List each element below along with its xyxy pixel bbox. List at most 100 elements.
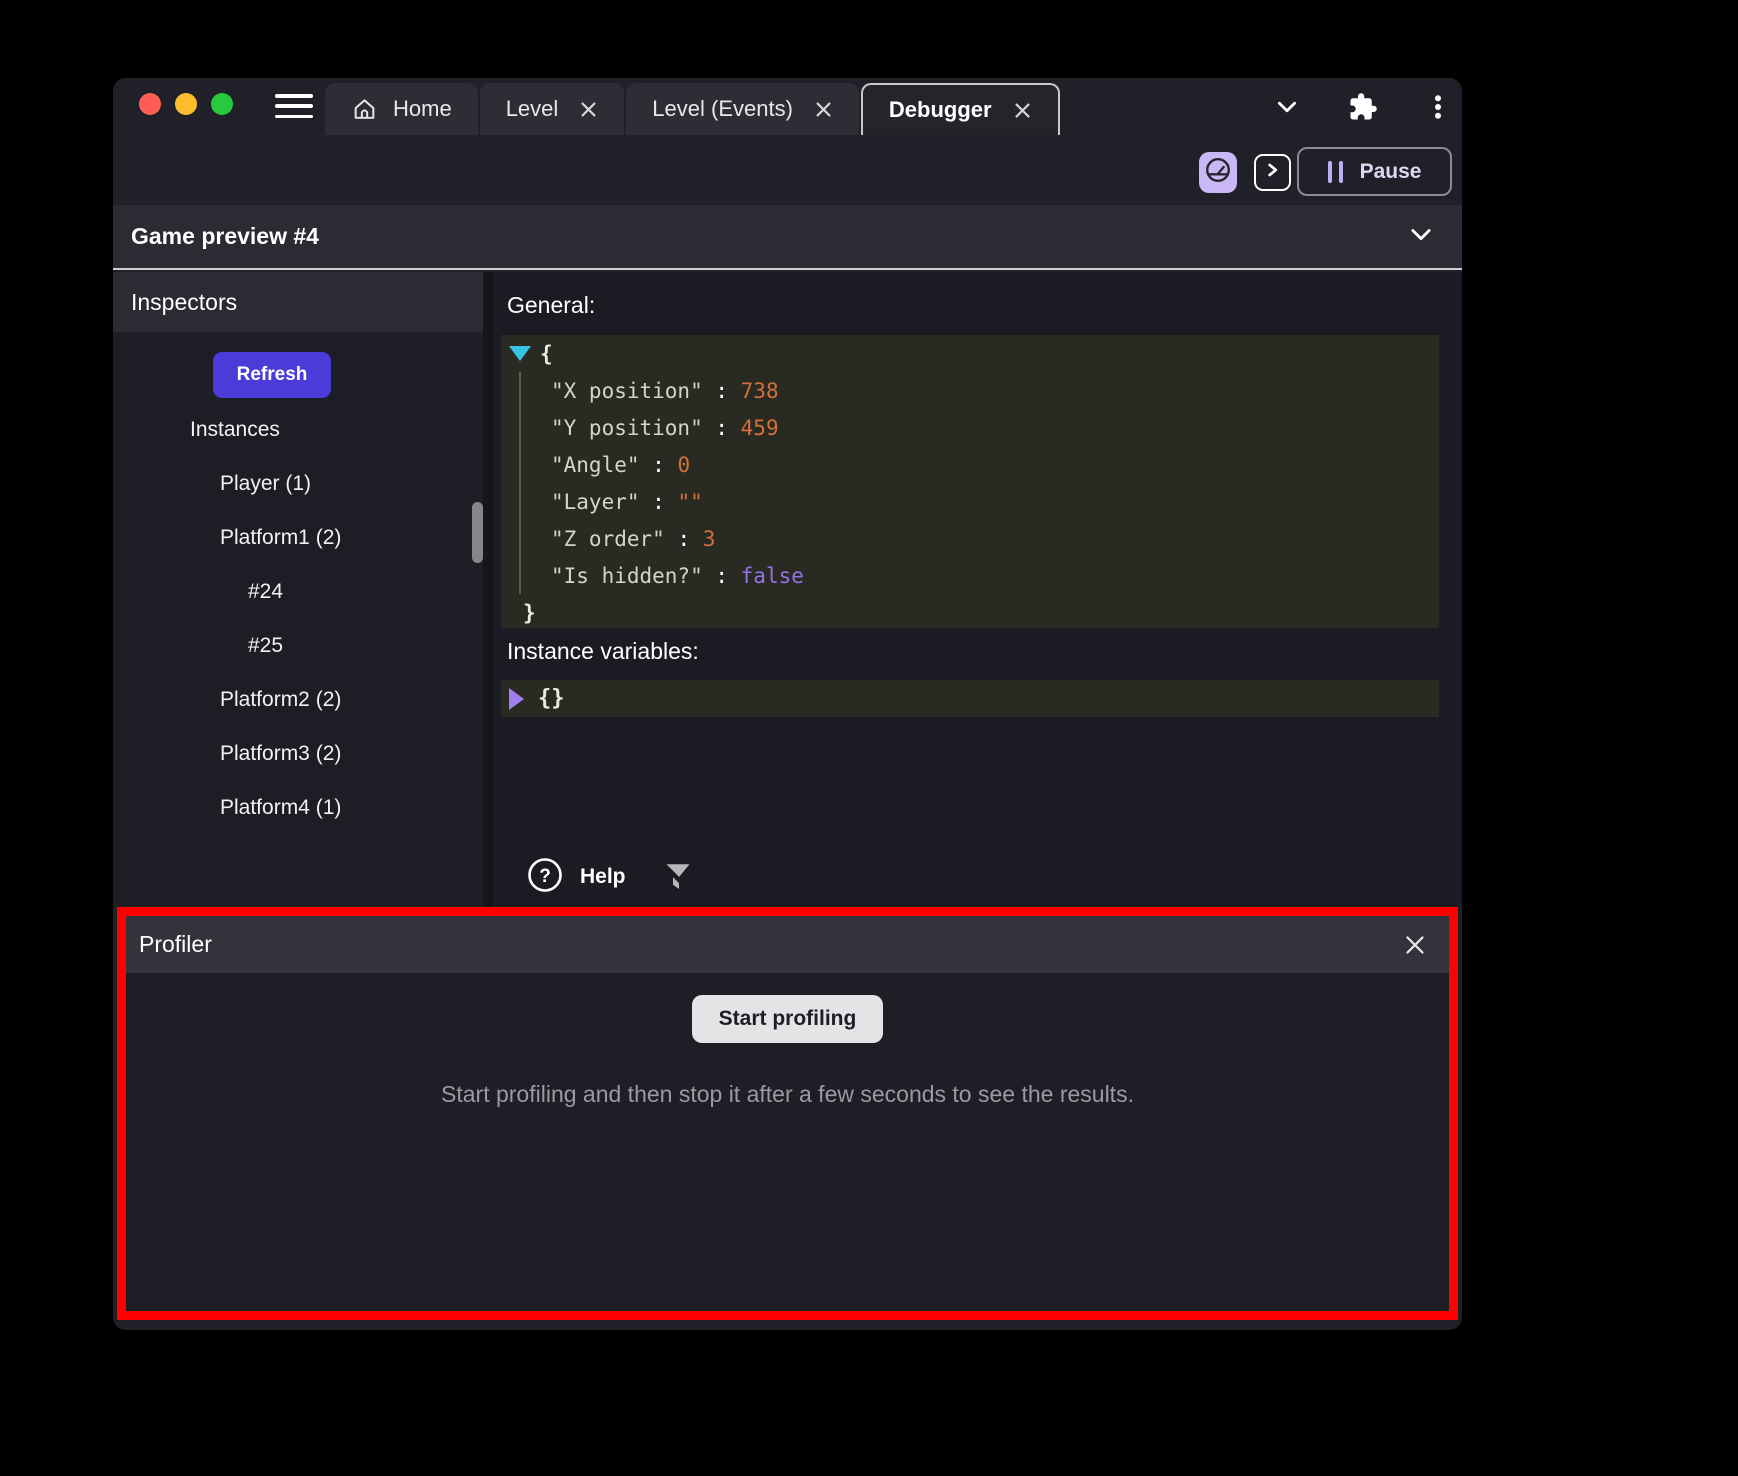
general-json-viewer: { "X position" : 738 "Y position" : 459 "A…: [501, 335, 1439, 628]
json-property-value: 738: [741, 379, 779, 403]
close-window-button[interactable]: [139, 93, 161, 115]
json-property-separator: :: [640, 490, 678, 514]
close-icon[interactable]: [1013, 101, 1032, 120]
debugger-content: Inspectors Refresh Instances Player (1) Pl…: [113, 272, 1462, 907]
tab-bar: Home Level Level (Events) Debugger: [113, 78, 1462, 135]
app-window: Home Level Level (Events) Debugger: [113, 78, 1462, 1330]
pause-button-label: Pause: [1360, 160, 1422, 184]
question-circle-icon: ?: [526, 856, 564, 897]
tree-item-platform4-1[interactable]: Platform4 (1): [113, 781, 483, 835]
tab-home[interactable]: Home: [325, 83, 478, 135]
json-property-key: "Is hidden?": [551, 564, 703, 588]
profiler-header: Profiler: [126, 916, 1449, 973]
tree-item-label: #25: [248, 634, 283, 658]
tree-item-platform2-2[interactable]: Platform2 (2): [113, 673, 483, 727]
tab-level-events[interactable]: Level (Events): [626, 83, 859, 135]
chevron-down-icon[interactable]: [1406, 220, 1436, 253]
help-button-label: Help: [580, 865, 626, 889]
filter-off-icon[interactable]: [658, 859, 694, 895]
tree-item-25[interactable]: #25: [113, 619, 483, 673]
profiler-toggle-button[interactable]: [1199, 152, 1237, 193]
debugger-toolbar: Pause: [113, 135, 1462, 205]
json-property-row: "X position" : 738: [551, 372, 1439, 409]
tree-item-instances[interactable]: Instances: [113, 403, 483, 457]
json-property-separator: :: [703, 379, 741, 403]
zoom-window-button[interactable]: [211, 93, 233, 115]
json-property-key: "X position": [551, 379, 703, 403]
json-property-key: "Angle": [551, 453, 640, 477]
instance-variables-label: Instance variables:: [507, 638, 699, 665]
profiler-title: Profiler: [139, 931, 212, 958]
close-icon[interactable]: [579, 100, 598, 119]
json-property-row: "Angle" : 0: [551, 446, 1439, 483]
start-profiling-button[interactable]: Start profiling: [692, 995, 884, 1043]
json-property-key: "Z order": [551, 527, 665, 551]
tree-item-platform3-2[interactable]: Platform3 (2): [113, 727, 483, 781]
instance-variables-value: {}: [538, 686, 565, 711]
extensions-puzzle-icon[interactable]: [1348, 92, 1378, 127]
screenshot-stage: Home Level Level (Events) Debugger: [0, 0, 1738, 1476]
tab-debugger[interactable]: Debugger: [861, 83, 1060, 135]
tree-item-label: Player (1): [220, 472, 311, 496]
pause-button[interactable]: Pause: [1297, 147, 1452, 196]
close-icon[interactable]: [1403, 933, 1427, 957]
profiler-body: Start profiling Start profiling and then…: [126, 995, 1449, 1108]
tab-level[interactable]: Level: [480, 83, 625, 135]
json-property-value: 3: [703, 527, 716, 551]
json-property-row: "Layer" : "": [551, 483, 1439, 520]
inspectors-sidebar: Inspectors Refresh Instances Player (1) Pl…: [113, 272, 483, 907]
menu-hamburger-icon[interactable]: [275, 94, 313, 118]
json-property-key: "Y position": [551, 416, 703, 440]
chevron-down-icon[interactable]: [1273, 94, 1301, 125]
inspectors-title: Inspectors: [131, 289, 237, 316]
refresh-button[interactable]: Refresh: [213, 352, 331, 398]
json-property-separator: :: [665, 527, 703, 551]
tree-item-label: Platform3 (2): [220, 742, 341, 766]
tab-label: Home: [393, 96, 452, 122]
svg-text:?: ?: [539, 866, 551, 887]
help-row: ? Help: [526, 856, 694, 897]
home-icon: [351, 96, 378, 123]
json-property-value: 459: [741, 416, 779, 440]
kebab-menu-icon[interactable]: [1423, 92, 1453, 127]
game-preview-header[interactable]: Game preview #4: [113, 205, 1462, 270]
json-property-separator: :: [703, 416, 741, 440]
json-property-value: "": [677, 490, 702, 514]
json-property-key: "Layer": [551, 490, 640, 514]
tree-item-label: Platform1 (2): [220, 526, 341, 550]
pause-icon: [1328, 161, 1343, 183]
tab-label: Level: [506, 96, 559, 122]
gauge-icon: [1204, 156, 1232, 189]
inspectors-header: Inspectors: [113, 272, 483, 332]
inspector-main-panel: General: { "X position" : 738 "Y position…: [493, 272, 1462, 907]
sidebar-scrollbar-thumb[interactable]: [472, 502, 483, 563]
instances-tree: Instances Player (1) Platform1 (2) #24 #25 Pl…: [113, 403, 483, 835]
tree-item-platform1-2[interactable]: Platform1 (2): [113, 511, 483, 565]
tree-item-label: Platform4 (1): [220, 796, 341, 820]
json-property-separator: :: [640, 453, 678, 477]
close-icon[interactable]: [814, 100, 833, 119]
console-prompt-icon: [1264, 161, 1282, 184]
json-open-brace: {: [540, 342, 553, 366]
console-button[interactable]: [1254, 154, 1291, 191]
tab-strip: Home Level Level (Events) Debugger: [325, 83, 1060, 135]
json-property-value: 0: [677, 453, 690, 477]
collapse-arrow-icon[interactable]: [509, 346, 531, 361]
minimize-window-button[interactable]: [175, 93, 197, 115]
help-button[interactable]: ? Help: [526, 856, 626, 897]
tab-label: Level (Events): [652, 96, 793, 122]
tree-item-24[interactable]: #24: [113, 565, 483, 619]
profiler-description: Start profiling and then stop it after a…: [126, 1081, 1449, 1108]
tab-label: Debugger: [889, 97, 992, 123]
json-property-row: "Z order" : 3: [551, 520, 1439, 557]
general-section-label: General:: [507, 292, 595, 319]
json-close-brace: }: [509, 594, 1439, 628]
tree-item-player-1[interactable]: Player (1): [113, 457, 483, 511]
json-property-separator: :: [703, 564, 741, 588]
tree-item-label: #24: [248, 580, 283, 604]
game-preview-title: Game preview #4: [131, 223, 319, 250]
json-properties: "X position" : 738 "Y position" : 459 "Ang…: [519, 372, 1439, 594]
profiler-panel: Profiler Start profiling Start profiling…: [117, 907, 1458, 1320]
expand-arrow-icon[interactable]: [509, 688, 524, 710]
tree-item-label: Instances: [190, 418, 280, 442]
